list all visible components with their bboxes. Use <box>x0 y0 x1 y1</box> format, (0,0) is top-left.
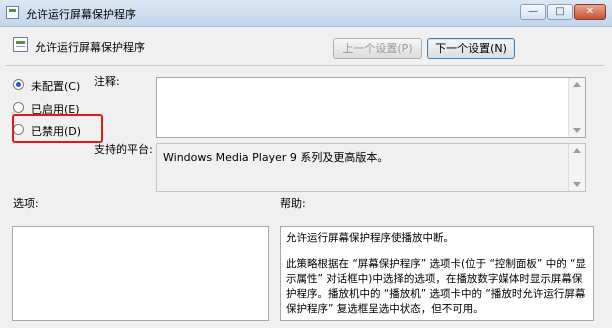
radio-label: 未配置(C) <box>31 80 81 93</box>
options-panel <box>12 226 269 321</box>
title-bar: 允许运行屏幕保护程序 — □ ✕ <box>0 0 612 27</box>
scroll-up-icon[interactable] <box>573 148 581 153</box>
platform-label: 支持的平台: <box>94 143 153 156</box>
setting-icon <box>13 37 28 52</box>
policy-icon <box>6 6 19 19</box>
platform-field: Windows Media Player 9 系列及更高版本。 <box>156 143 586 192</box>
platform-scrollbar[interactable] <box>568 144 585 191</box>
radio-circle[interactable] <box>13 102 24 113</box>
comment-textarea[interactable] <box>156 77 586 138</box>
window-title: 允许运行屏幕保护程序 <box>26 8 136 21</box>
platform-value: Windows Media Player 9 系列及更高版本。 <box>163 151 389 164</box>
help-label: 帮助: <box>280 197 306 210</box>
scroll-up-icon[interactable] <box>573 82 581 87</box>
comment-scrollbar[interactable] <box>568 78 585 137</box>
comment-label: 注释: <box>94 75 120 88</box>
setting-title: 允许运行屏幕保护程序 <box>35 41 145 54</box>
help-paragraph-2: 此策略根据在 “屏幕保护程序” 选项卡(位于 “控制面板” 中的 “显示属性” … <box>286 258 586 315</box>
radio-circle[interactable] <box>13 79 24 90</box>
scroll-down-icon[interactable] <box>573 182 581 187</box>
minimize-button[interactable]: — <box>520 4 546 20</box>
previous-setting-button[interactable]: 上一个设置(P) <box>333 38 422 59</box>
scroll-down-icon[interactable] <box>573 128 581 133</box>
next-setting-button[interactable]: 下一个设置(N) <box>427 38 515 59</box>
maximize-button[interactable]: □ <box>547 4 573 20</box>
options-label: 选项: <box>13 197 39 210</box>
separator <box>6 65 604 66</box>
help-paragraph-1: 允许运行屏幕保护程序使播放中断。 <box>286 232 454 244</box>
help-panel: 允许运行屏幕保护程序使播放中断。 此策略根据在 “屏幕保护程序” 选项卡(位于 … <box>280 226 594 321</box>
highlight-box <box>12 114 103 143</box>
close-button[interactable]: ✕ <box>574 4 606 20</box>
